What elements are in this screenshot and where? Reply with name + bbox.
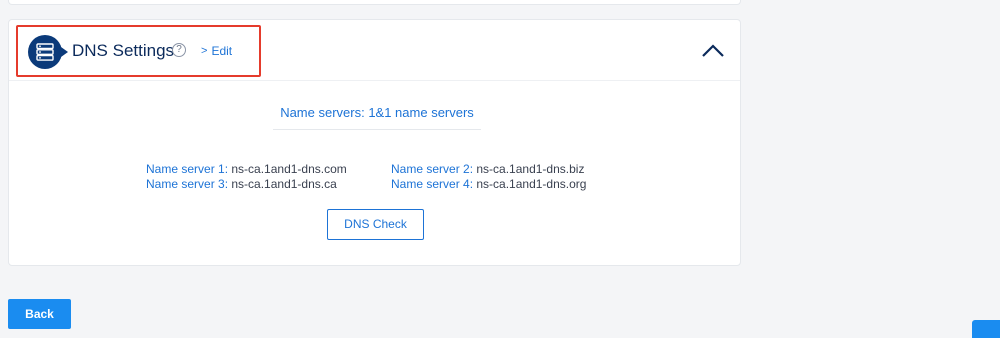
dns-check-button[interactable]: DNS Check: [327, 209, 424, 240]
chevron-right-icon: >: [201, 45, 208, 57]
edit-link[interactable]: > Edit: [201, 44, 232, 58]
dns-settings-card: DNS Settings ? > Edit Name servers: 1&1 …: [8, 19, 741, 266]
name-server-3: Name server 3: ns-ca.1and1-dns.ca: [146, 177, 337, 191]
back-button[interactable]: Back: [8, 299, 71, 329]
edit-label: Edit: [211, 44, 233, 58]
name-server-label: Name server 1:: [146, 162, 229, 176]
name-server-label: Name server 2:: [391, 162, 474, 176]
dns-settings-header: DNS Settings ? > Edit: [9, 20, 740, 81]
name-servers-heading: Name servers: 1&1 name servers: [280, 105, 474, 120]
name-server-1: Name server 1: ns-ca.1and1-dns.com: [146, 162, 347, 176]
section-title: DNS Settings: [72, 41, 175, 60]
name-server-label: Name server 4:: [391, 177, 474, 191]
name-servers-heading-wrap: Name servers: 1&1 name servers: [273, 96, 481, 130]
help-icon[interactable]: ?: [172, 43, 186, 57]
server-icon: [28, 35, 68, 69]
name-server-4: Name server 4: ns-ca.1and1-dns.org: [391, 177, 586, 191]
corner-action-tab[interactable]: [972, 320, 1000, 338]
name-server-2: Name server 2: ns-ca.1and1-dns.biz: [391, 162, 584, 176]
name-server-value: ns-ca.1and1-dns.com: [231, 162, 347, 176]
name-server-value: ns-ca.1and1-dns.biz: [476, 162, 585, 176]
previous-card-edge: [8, 0, 741, 5]
chevron-up-icon[interactable]: [700, 42, 726, 60]
name-server-value: ns-ca.1and1-dns.ca: [231, 177, 337, 191]
name-server-value: ns-ca.1and1-dns.org: [476, 177, 587, 191]
name-server-label: Name server 3:: [146, 177, 229, 191]
